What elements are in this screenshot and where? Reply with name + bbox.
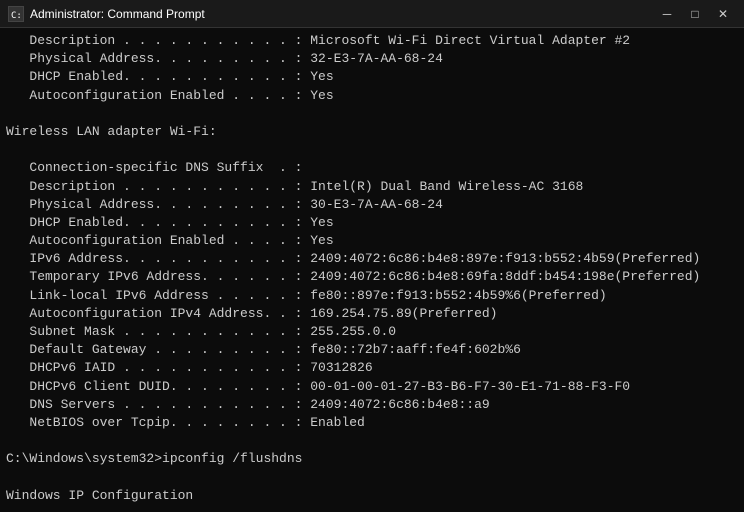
console-line: DHCPv6 IAID . . . . . . . . . . . : 7031… xyxy=(6,360,373,375)
console-line: DHCP Enabled. . . . . . . . . . . : Yes xyxy=(6,69,334,84)
console-output: Description . . . . . . . . . . . : Micr… xyxy=(0,28,744,512)
console-line: C:\Windows\system32>ipconfig /flushdns xyxy=(6,451,302,466)
console-line: Physical Address. . . . . . . . . : 30-E… xyxy=(6,197,443,212)
console-line: Description . . . . . . . . . . . : Micr… xyxy=(6,33,630,48)
console-line: Connection-specific DNS Suffix . : xyxy=(6,160,302,175)
console-line: Autoconfiguration Enabled . . . . : Yes xyxy=(6,233,334,248)
console-line: Wireless LAN adapter Wi-Fi: xyxy=(6,124,217,139)
title-bar-controls: ─ □ ✕ xyxy=(654,4,736,24)
console-line: NetBIOS over Tcpip. . . . . . . . : Enab… xyxy=(6,415,365,430)
minimize-button[interactable]: ─ xyxy=(654,4,680,24)
console-line: DHCP Enabled. . . . . . . . . . . : Yes xyxy=(6,215,334,230)
console-line: Subnet Mask . . . . . . . . . . . : 255.… xyxy=(6,324,396,339)
console-line: Description . . . . . . . . . . . : Inte… xyxy=(6,179,583,194)
console-line: DNS Servers . . . . . . . . . . . : 2409… xyxy=(6,397,490,412)
console-line: IPv6 Address. . . . . . . . . . . : 2409… xyxy=(6,251,700,266)
title-bar-left: C: Administrator: Command Prompt xyxy=(8,6,205,22)
console-line: Physical Address. . . . . . . . . : 32-E… xyxy=(6,51,443,66)
window-title: Administrator: Command Prompt xyxy=(30,7,205,21)
console-line: Link-local IPv6 Address . . . . . : fe80… xyxy=(6,288,607,303)
console-line: Default Gateway . . . . . . . . . : fe80… xyxy=(6,342,521,357)
title-bar: C: Administrator: Command Prompt ─ □ ✕ xyxy=(0,0,744,28)
maximize-button[interactable]: □ xyxy=(682,4,708,24)
console-line: Windows IP Configuration xyxy=(6,488,193,503)
console-line: DHCPv6 Client DUID. . . . . . . . : 00-0… xyxy=(6,379,630,394)
svg-text:C:: C: xyxy=(11,11,22,21)
close-button[interactable]: ✕ xyxy=(710,4,736,24)
console-line: Temporary IPv6 Address. . . . . . : 2409… xyxy=(6,269,700,284)
cmd-icon: C: xyxy=(8,6,24,22)
console-line: Autoconfiguration Enabled . . . . : Yes xyxy=(6,88,334,103)
console-line: Autoconfiguration IPv4 Address. . : 169.… xyxy=(6,306,497,321)
